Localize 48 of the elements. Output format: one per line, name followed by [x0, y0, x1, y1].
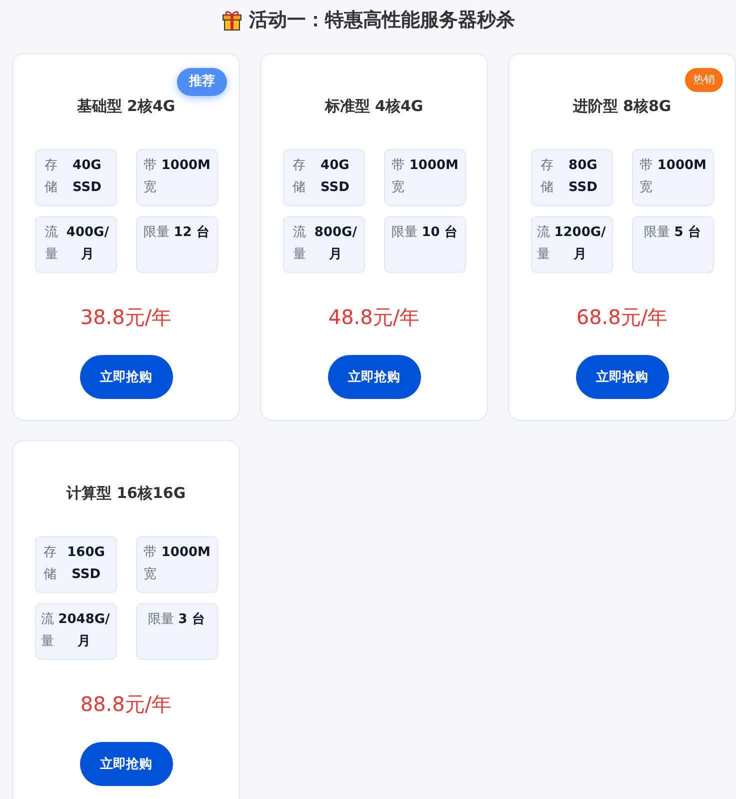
- plan-price: 68.8元/年: [576, 304, 668, 331]
- spec-label: 带宽: [142, 544, 158, 584]
- spec-value: 40G SSD: [71, 157, 102, 197]
- spec-value: 5 台: [674, 224, 701, 242]
- buy-button[interactable]: 立即抢购: [576, 355, 668, 399]
- spec-value: 800G/月: [314, 224, 358, 264]
- spec-value: 10 台: [422, 224, 458, 242]
- spec-label: 带宽: [638, 157, 654, 197]
- spec-value: 80G SSD: [567, 157, 598, 197]
- spec-value: 3 台: [178, 611, 205, 629]
- spec-value: 400G/月: [66, 224, 110, 264]
- spec-label: 限量: [144, 224, 170, 242]
- spec-value: 40G SSD: [319, 157, 350, 197]
- plan-badge: 热销: [685, 68, 723, 92]
- buy-button[interactable]: 立即抢购: [328, 355, 420, 399]
- spec-value: 12 台: [174, 224, 210, 242]
- plan-name: 进阶型 8核8G: [572, 96, 672, 117]
- spec-label: 限量: [644, 224, 670, 242]
- gift-icon: [221, 9, 243, 31]
- plan-price: 38.8元/年: [80, 304, 172, 331]
- spec-label: 存储: [539, 157, 554, 197]
- spec-value: 1000M: [161, 157, 210, 175]
- plan-price: 88.8元/年: [80, 691, 172, 718]
- page-title: 活动一：特惠高性能服务器秒杀: [249, 8, 515, 33]
- spec-value: 1000M: [161, 544, 210, 562]
- spec-label: 流量: [537, 224, 550, 264]
- spec-value: 160G SSD: [66, 544, 106, 584]
- plan-name: 基础型 2核4G: [76, 96, 176, 117]
- plan-price: 48.8元/年: [328, 304, 420, 331]
- spec-label: 限量: [392, 224, 418, 242]
- spec-label: 存储: [42, 544, 58, 584]
- plan-badge: 推荐: [177, 68, 227, 96]
- spec-label: 限量: [148, 611, 174, 629]
- spec-label: 带宽: [390, 157, 406, 197]
- spec-value: 2048G/月: [58, 611, 110, 651]
- spec-value: 1000M: [657, 157, 706, 175]
- spec-value: 1000M: [409, 157, 458, 175]
- plan-name: 计算型 16核16G: [66, 483, 186, 504]
- spec-label: 存储: [291, 157, 306, 197]
- spec-label: 流量: [44, 224, 60, 264]
- spec-label: 流量: [292, 224, 308, 264]
- spec-label: 流量: [41, 611, 54, 651]
- plan-name: 标准型 4核4G: [324, 96, 424, 117]
- spec-label: 带宽: [142, 157, 158, 197]
- spec-label: 存储: [43, 157, 58, 197]
- spec-value: 1200G/月: [554, 224, 606, 264]
- buy-button[interactable]: 立即抢购: [80, 742, 172, 786]
- buy-button[interactable]: 立即抢购: [80, 355, 172, 399]
